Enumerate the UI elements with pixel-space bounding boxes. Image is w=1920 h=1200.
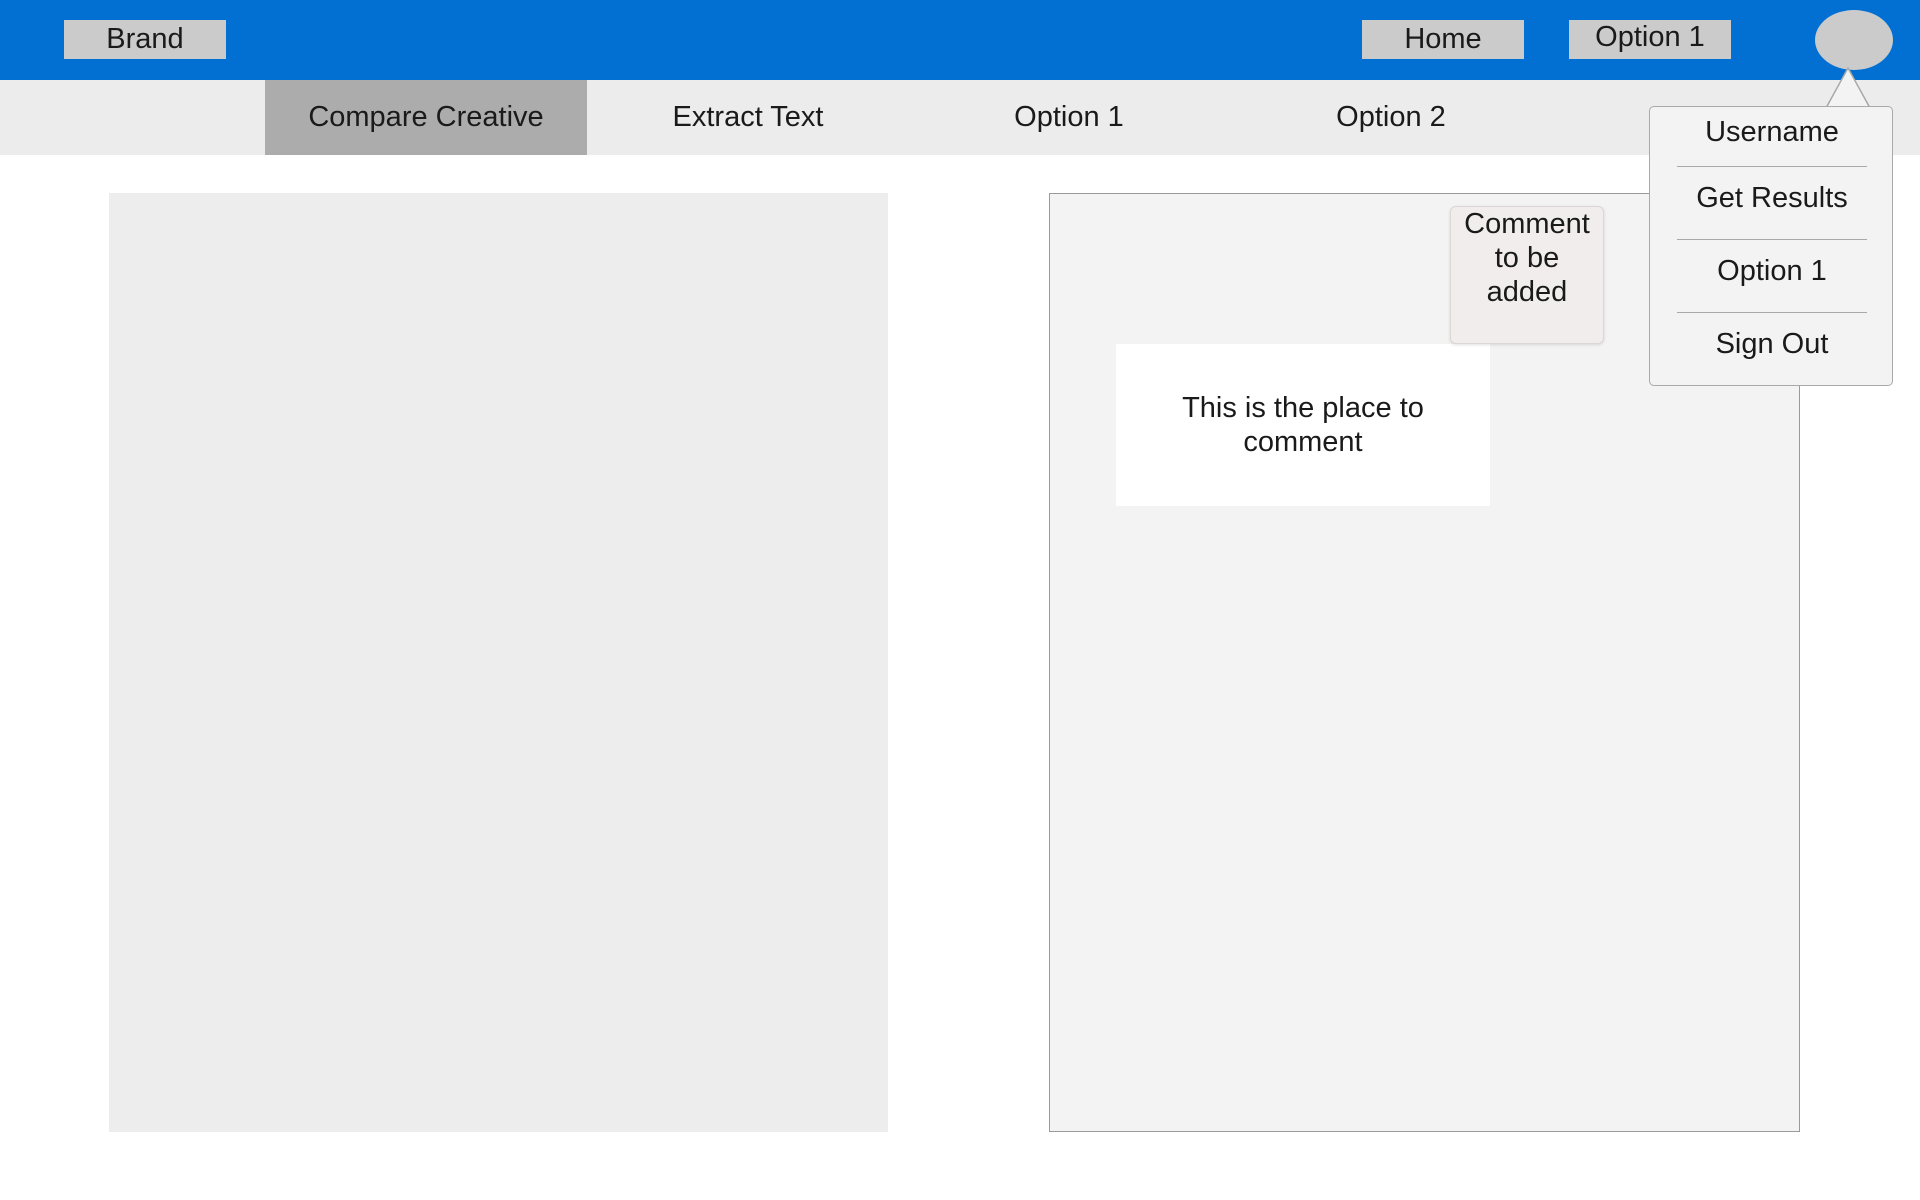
menu-item-option-1[interactable]: Option 1 xyxy=(1650,255,1894,288)
brand-button[interactable]: Brand xyxy=(64,20,226,59)
comment-note-line: Comment xyxy=(1464,208,1590,240)
comment-note-line: added xyxy=(1486,276,1568,308)
option-1-button[interactable]: Option 1 xyxy=(1569,20,1731,59)
user-dropdown-menu: Username Get Results Option 1 Sign Out xyxy=(1649,106,1893,386)
comment-note-line: to be xyxy=(1494,242,1560,274)
sub-navbar: Compare Creative Extract Text Option 1 O… xyxy=(0,80,1920,155)
tab-compare-creative[interactable]: Compare Creative xyxy=(265,80,587,155)
top-navbar: Brand Home Option 1 xyxy=(0,0,1920,80)
menu-divider xyxy=(1677,312,1867,313)
comment-note[interactable]: Comment to be added xyxy=(1450,206,1604,344)
menu-divider xyxy=(1677,166,1867,167)
home-button[interactable]: Home xyxy=(1362,20,1524,59)
menu-item-username[interactable]: Username xyxy=(1650,116,1894,149)
comment-box[interactable]: This is the place to comment xyxy=(1116,344,1490,506)
menu-item-get-results[interactable]: Get Results xyxy=(1650,182,1894,215)
creative-panel-left xyxy=(109,193,888,1132)
comment-box-text: This is the place to comment xyxy=(1182,392,1424,458)
tab-option-1[interactable]: Option 1 xyxy=(908,80,1230,155)
avatar[interactable] xyxy=(1815,10,1893,70)
menu-item-sign-out[interactable]: Sign Out xyxy=(1650,328,1894,361)
menu-divider xyxy=(1677,239,1867,240)
tab-option-2[interactable]: Option 2 xyxy=(1230,80,1552,155)
tab-extract-text[interactable]: Extract Text xyxy=(587,80,909,155)
